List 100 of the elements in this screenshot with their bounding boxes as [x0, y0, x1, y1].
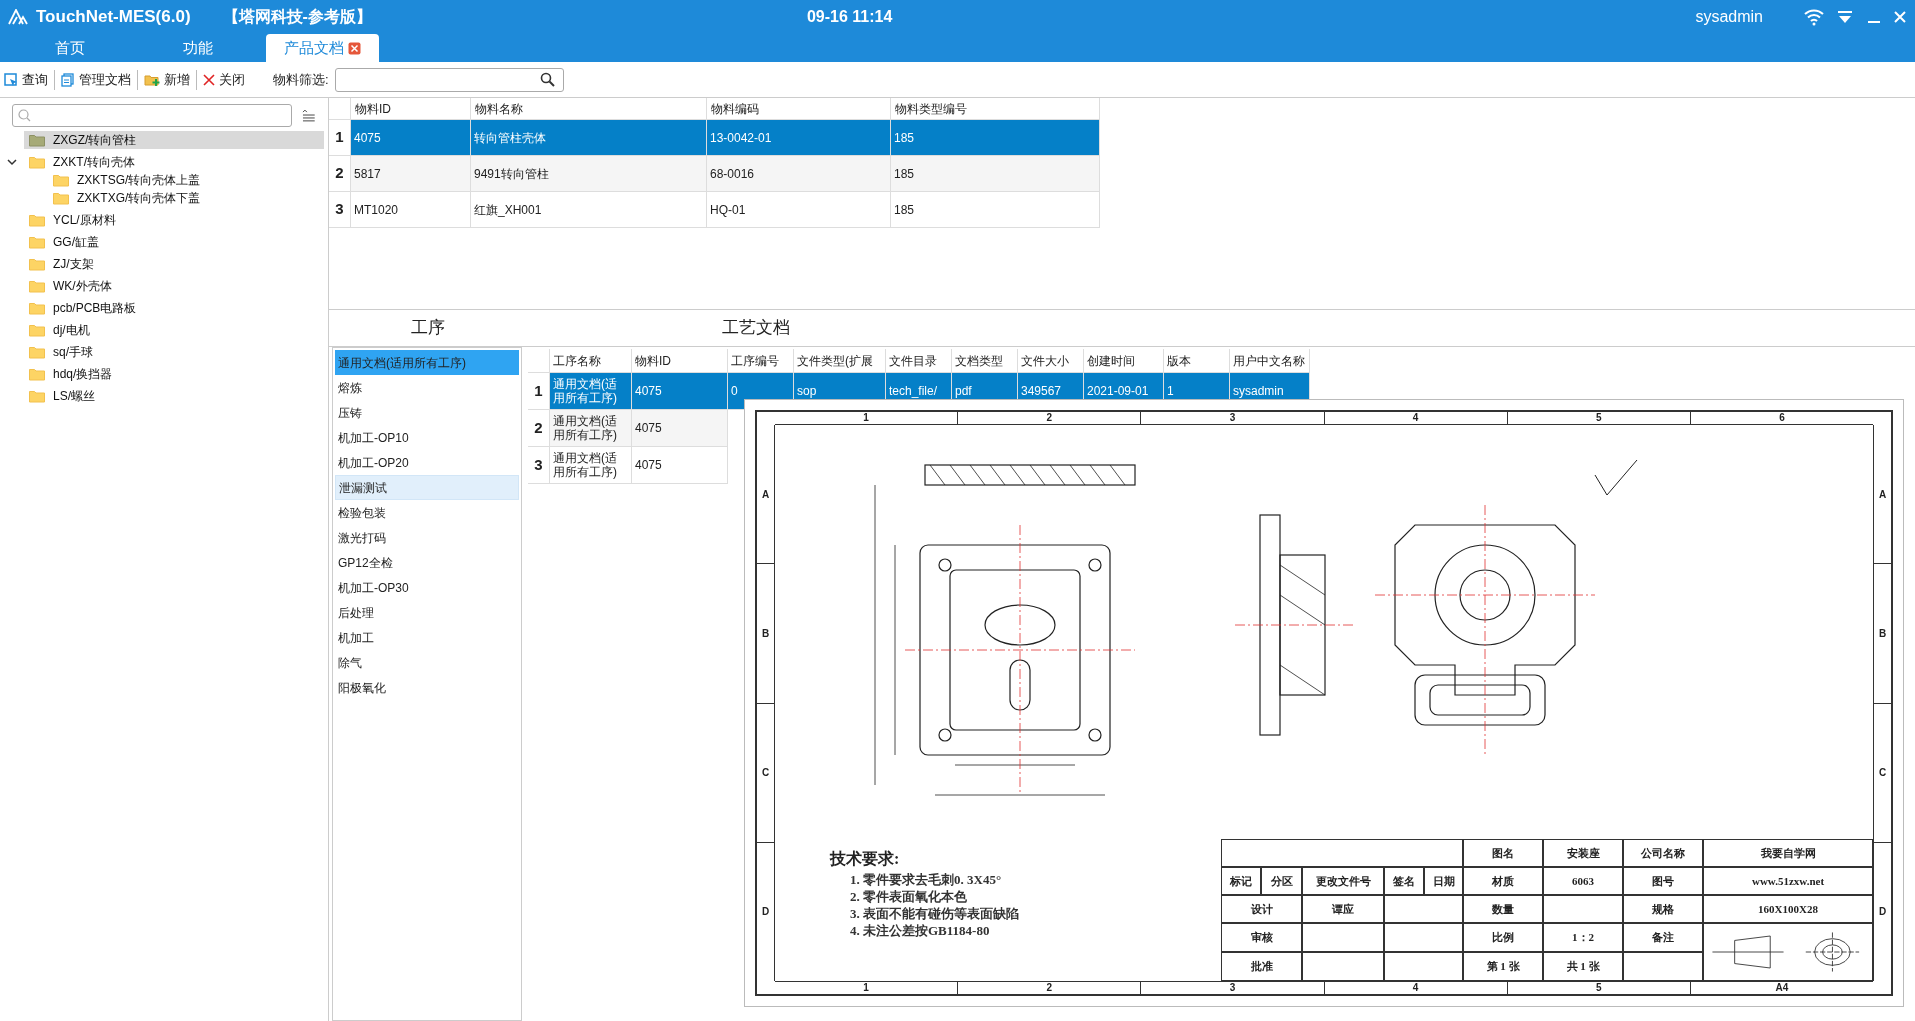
tree-item[interactable]: dj/电机	[24, 321, 324, 339]
title-block-cell: 1：2	[1543, 923, 1623, 952]
sort-icon[interactable]	[302, 109, 316, 122]
process-item[interactable]: 通用文档(适用所有工序)	[335, 350, 519, 375]
tree-item-label: sq/手球	[53, 344, 93, 361]
zone-label: B	[1874, 564, 1891, 704]
title-block-cell: 图名	[1463, 839, 1543, 867]
wifi-icon[interactable]	[1803, 8, 1825, 26]
tree-item[interactable]: sq/手球	[24, 343, 324, 361]
tab[interactable]: 产品文档	[266, 34, 379, 62]
toolbar-button[interactable]: 关闭	[201, 69, 247, 90]
zone-label: A	[1874, 425, 1891, 565]
app-title: TouchNet-MES(6.0)	[36, 6, 191, 29]
document-icon	[61, 72, 75, 87]
folder-icon	[53, 173, 69, 187]
table-row[interactable]: MT1020 红旗_XH001 HQ-01 185	[351, 192, 1100, 228]
title-block-cell: www.51zxw.net	[1703, 867, 1873, 895]
title-block-cell: 公司名称	[1623, 839, 1703, 867]
title-block-cell: 图号	[1623, 867, 1703, 895]
process-item[interactable]: 机加工-OP10	[335, 425, 519, 450]
tree-item[interactable]: WK/外壳体	[24, 277, 324, 295]
requirements-title: 技术要求:	[830, 849, 901, 869]
tree-item-label: dj/电机	[53, 322, 90, 339]
tree-item-label: LS/螺丝	[53, 388, 95, 405]
close-icon[interactable]	[1893, 10, 1907, 24]
close-icon	[203, 73, 215, 86]
tree-item[interactable]: ZJ/支架	[24, 255, 324, 273]
tree-item-label: GG/缸盖	[53, 234, 99, 251]
tree-item-label: ZXKTXG/转向壳体下盖	[77, 190, 201, 207]
process-item[interactable]: 激光打码	[335, 525, 519, 550]
user-name: sysadmin	[1695, 7, 1763, 27]
process-item[interactable]: 除气	[335, 650, 519, 675]
title-block-cell: 160X100X28	[1703, 895, 1873, 923]
toolbar-button[interactable]: 查询	[2, 69, 50, 90]
folder-icon	[29, 345, 45, 359]
tree-item[interactable]: hdq/换挡器	[24, 365, 324, 383]
process-item[interactable]: 阳极氧化	[335, 675, 519, 700]
zone-label: 5	[1507, 412, 1691, 424]
tree-item[interactable]: YCL/原材料	[24, 211, 324, 229]
process-item[interactable]: 压铸	[335, 400, 519, 425]
tree-item-label: pcb/PCB电路板	[53, 300, 137, 317]
title-block-cell: 数量	[1463, 895, 1543, 923]
title-block-cell: 签名	[1384, 867, 1424, 895]
zone-label: A4	[1774, 982, 1790, 994]
table-cell: 185	[891, 192, 1100, 228]
tree-search-field[interactable]	[12, 104, 293, 127]
zone-label: 4	[1324, 412, 1508, 424]
tree-item-label: ZXKTSG/转向壳体上盖	[77, 172, 201, 189]
search-icon[interactable]	[539, 72, 555, 87]
zone-label: A	[757, 425, 774, 565]
filter-field[interactable]	[334, 67, 564, 92]
section-title: 工艺文档	[722, 317, 790, 340]
process-item[interactable]: 检验包装	[335, 500, 519, 525]
zone-label: 1	[775, 982, 959, 994]
process-item[interactable]: GP12全检	[335, 550, 519, 575]
tab[interactable]: 首页	[10, 34, 130, 62]
table-corner	[528, 349, 550, 373]
toolbar-button[interactable]: 管理文档	[59, 69, 133, 90]
process-item[interactable]: 机加工-OP20	[335, 450, 519, 475]
process-item[interactable]: 机加工	[335, 625, 519, 650]
tree-item[interactable]: ZXGZ/转向管柱	[24, 131, 324, 149]
process-item[interactable]: 机加工-OP30	[335, 575, 519, 600]
tree-item-label: hdq/换挡器	[53, 366, 113, 383]
folder-icon	[29, 389, 45, 403]
zone-label: 5	[1507, 982, 1691, 994]
section-title: 工序	[411, 317, 445, 340]
process-item[interactable]: 泄漏测试	[335, 475, 519, 500]
table-cell: 4075	[632, 447, 728, 484]
table-row[interactable]: 通用文档(适用所有工序) 4075	[550, 447, 728, 484]
tree-item[interactable]: pcb/PCB电路板	[24, 299, 324, 317]
title-block-cell: 日期	[1424, 867, 1463, 895]
dropdown-icon[interactable]	[1837, 10, 1853, 24]
process-item[interactable]: 熔炼	[335, 375, 519, 400]
zone-label: 2	[958, 982, 1142, 994]
tab-close-icon[interactable]	[348, 41, 361, 55]
tree-item[interactable]: GG/缸盖	[24, 233, 324, 251]
title-block-cell: 材质	[1463, 867, 1543, 895]
folder-icon	[29, 301, 45, 315]
tab[interactable]: 功能	[138, 34, 258, 62]
table-row[interactable]: 5817 9491转向管柱 68-0016 185	[351, 156, 1100, 192]
tree-item[interactable]: ZXKTSG/转向壳体上盖	[48, 171, 209, 189]
process-item[interactable]: 后处理	[335, 600, 519, 625]
zone-label: 4	[1324, 982, 1508, 994]
folder-plus-icon	[144, 72, 160, 87]
toolbar-button[interactable]: 新增	[142, 69, 192, 90]
chevron-icon[interactable]	[7, 157, 17, 167]
tree-item[interactable]: ZXKT/转向壳体	[24, 153, 324, 171]
tree-item[interactable]: LS/螺丝	[24, 387, 324, 405]
pointer-icon	[4, 72, 18, 87]
title-block-cell: 设计	[1221, 895, 1302, 923]
zone-label: D	[760, 905, 771, 920]
zone-label: 6	[1778, 412, 1786, 424]
table-row[interactable]: 4075 转向管柱壳体 13-0042-01 185	[351, 120, 1100, 156]
folder-icon	[29, 257, 45, 271]
table-row[interactable]: 通用文档(适用所有工序) 4075	[550, 410, 728, 447]
tree-item[interactable]: ZXKTXG/转向壳体下盖	[48, 189, 209, 207]
table-cell: HQ-01	[707, 192, 891, 228]
table-cell: MT1020	[351, 192, 471, 228]
title-block-cell: 标记	[1221, 867, 1261, 895]
app-logo-icon	[8, 9, 28, 25]
